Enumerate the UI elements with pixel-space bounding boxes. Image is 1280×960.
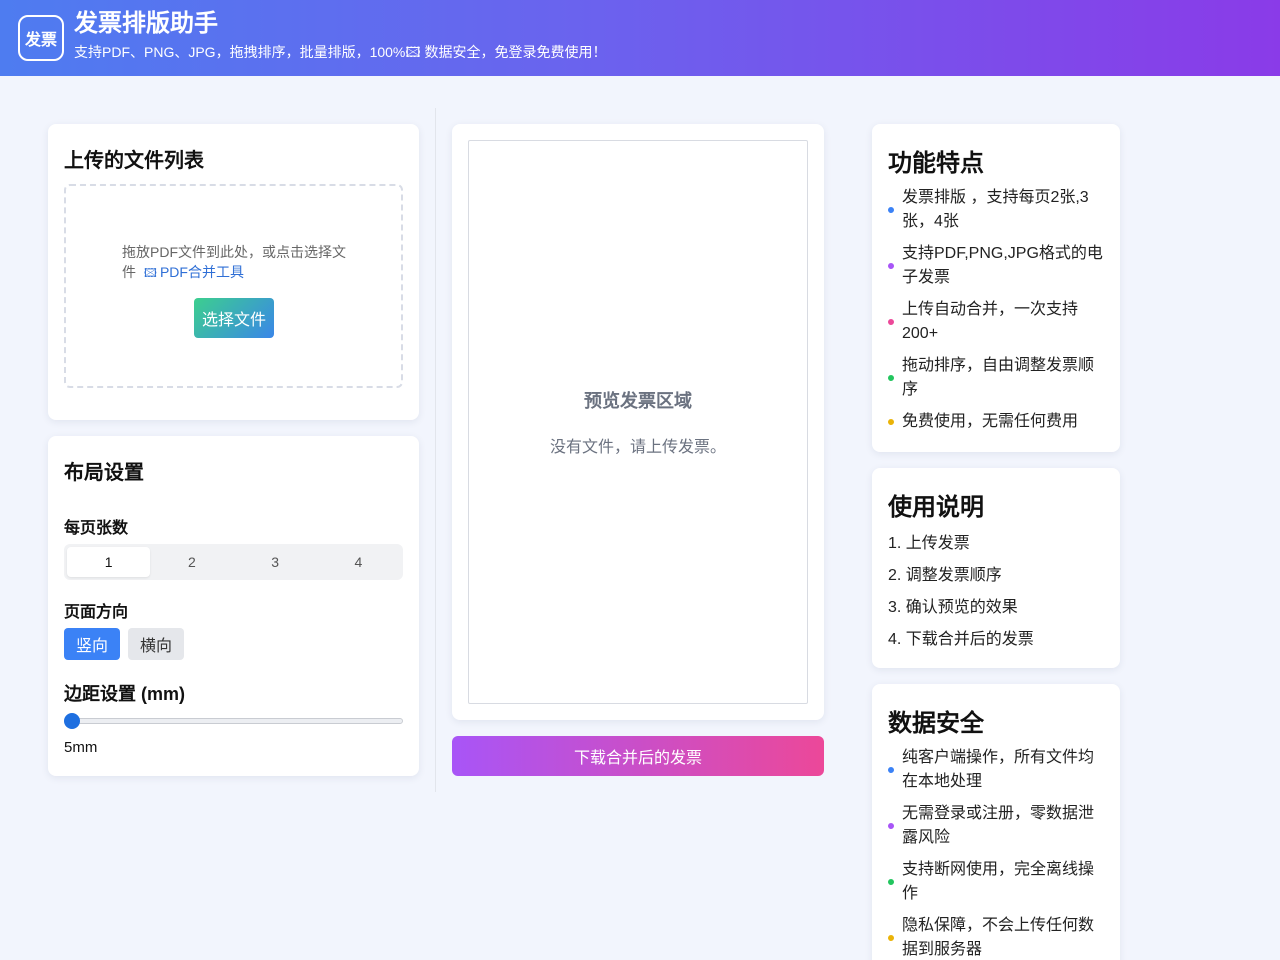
- feature-item-text: 免费使用，无需任何费用: [902, 413, 1079, 430]
- bullet-dot-icon: [888, 419, 894, 425]
- per-page-option-2[interactable]: 2: [150, 547, 233, 577]
- per-page-option-3[interactable]: 3: [234, 547, 317, 577]
- feature-item: 上传自动合并，一次支持200+: [888, 298, 1104, 346]
- security-title: 数据安全: [888, 710, 984, 737]
- app-subtitle: 支持PDF、PNG、JPG，拖拽排序，批量排版，100%🖾 数据安全，免登录免费…: [74, 44, 607, 60]
- layout-settings-card: 布局设置 每页张数 1 2 3 4 页面方向 竖向 横向 边距设置 (mm) 5…: [48, 436, 419, 776]
- preview-area: 预览发票区域 没有文件，请上传发票。: [468, 140, 808, 704]
- dropzone-text: 拖放PDF文件到此处，或点击选择文件 🖾 PDF合并工具: [122, 242, 352, 283]
- feature-item: 支持PDF,PNG,JPG格式的电子发票: [888, 242, 1104, 290]
- margin-value: 5mm: [64, 739, 98, 756]
- portrait-button[interactable]: 竖向: [64, 628, 121, 660]
- guide-step: 4. 下载合并后的发票: [888, 631, 1034, 648]
- feature-item-text: 上传自动合并，一次支持200+: [902, 301, 1079, 342]
- app-title: 发票排版助手: [74, 10, 218, 37]
- bullet-dot-icon: [888, 935, 894, 941]
- column-divider: [435, 108, 436, 792]
- pdf-merge-tool-link[interactable]: 🖾 PDF合并工具: [144, 264, 244, 280]
- upload-card: 上传的文件列表 拖放PDF文件到此处，或点击选择文件 🖾 PDF合并工具 选择文件: [48, 124, 419, 420]
- upload-card-title: 上传的文件列表: [64, 150, 204, 172]
- bullet-dot-icon: [888, 375, 894, 381]
- security-item: 隐私保障，不会上传任何数据到服务器: [888, 914, 1104, 960]
- bullet-dot-icon: [888, 263, 894, 269]
- guide-step: 2. 调整发票顺序: [888, 567, 1002, 584]
- features-card: 功能特点 发票排版 ，支持每页2张,3张，4张 支持PDF,PNG,JPG格式的电…: [872, 124, 1120, 452]
- guide-step: 3. 确认预览的效果: [888, 599, 1018, 616]
- download-merged-button[interactable]: 下载合并后的发票: [452, 736, 824, 776]
- landscape-button[interactable]: 横向: [128, 628, 185, 660]
- margin-slider-thumb[interactable]: [64, 713, 80, 729]
- feature-item: 拖动排序，自由调整发票顺序: [888, 354, 1104, 402]
- preview-title: 预览发票区域: [584, 391, 692, 411]
- guide-title: 使用说明: [888, 494, 984, 521]
- security-item-text: 隐私保障，不会上传任何数据到服务器: [902, 917, 1095, 958]
- bullet-dot-icon: [888, 879, 894, 885]
- feature-item-text: 拖动排序，自由调整发票顺序: [902, 357, 1095, 398]
- choose-file-button[interactable]: 选择文件: [194, 298, 274, 338]
- security-item: 纯客户端操作，所有文件均在本地处理: [888, 746, 1104, 794]
- bullet-dot-icon: [888, 319, 894, 325]
- file-dropzone[interactable]: 拖放PDF文件到此处，或点击选择文件 🖾 PDF合并工具 选择文件: [64, 184, 403, 388]
- app-logo: 发票: [18, 15, 64, 61]
- bullet-dot-icon: [888, 207, 894, 213]
- security-card: 数据安全 纯客户端操作，所有文件均在本地处理 无需登录或注册，零数据泄露风险 支持断…: [872, 684, 1120, 960]
- document-icon: 🖾: [143, 266, 157, 280]
- features-list: 发票排版 ，支持每页2张,3张，4张 支持PDF,PNG,JPG格式的电子发票 上传…: [888, 186, 1104, 434]
- preview-empty-message: 没有文件，请上传发票。: [549, 439, 726, 456]
- guide-step: 1. 上传发票: [888, 535, 970, 552]
- features-title: 功能特点: [888, 150, 984, 177]
- feature-item: 发票排版 ，支持每页2张,3张，4张: [888, 186, 1104, 234]
- per-page-option-4[interactable]: 4: [317, 547, 400, 577]
- feature-item-text: 支持PDF,PNG,JPG格式的电子发票: [902, 245, 1103, 286]
- layout-card-title: 布局设置: [64, 462, 144, 484]
- security-item: 无需登录或注册，零数据泄露风险: [888, 802, 1104, 850]
- guide-card: 使用说明 1. 上传发票 2. 调整发票顺序 3. 确认预览的效果 4. 下载合…: [872, 468, 1120, 668]
- margin-slider-track[interactable]: [70, 718, 403, 724]
- security-list: 纯客户端操作，所有文件均在本地处理 无需登录或注册，零数据泄露风险 支持断网使用，完…: [888, 746, 1104, 960]
- security-item-text: 纯客户端操作，所有文件均在本地处理: [902, 749, 1095, 790]
- security-item: 支持断网使用，完全离线操作: [888, 858, 1104, 906]
- per-page-label: 每页张数: [64, 520, 129, 537]
- bullet-dot-icon: [888, 823, 894, 829]
- pdf-merge-tool-label: PDF合并工具: [159, 264, 244, 280]
- bullet-dot-icon: [888, 767, 894, 773]
- orientation-label: 页面方向: [64, 604, 129, 621]
- per-page-selector: 1 2 3 4: [64, 544, 403, 580]
- feature-item: 免费使用，无需任何费用: [888, 410, 1104, 434]
- guide-steps: 1. 上传发票 2. 调整发票顺序 3. 确认预览的效果 4. 下载合并后的发票: [888, 532, 1104, 652]
- security-item-text: 无需登录或注册，零数据泄露风险: [902, 805, 1095, 846]
- per-page-option-1[interactable]: 1: [67, 547, 151, 577]
- feature-item-text: 发票排版 ，支持每页2张,3张，4张: [902, 189, 1089, 230]
- margin-label: 边距设置 (mm): [64, 684, 185, 704]
- preview-card: 预览发票区域 没有文件，请上传发票。: [452, 124, 824, 720]
- orientation-toggle: 竖向 横向: [64, 628, 185, 660]
- security-item-text: 支持断网使用，完全离线操作: [902, 861, 1095, 902]
- app-header: 发票 发票排版助手 支持PDF、PNG、JPG，拖拽排序，批量排版，100%🖾 …: [0, 0, 1280, 76]
